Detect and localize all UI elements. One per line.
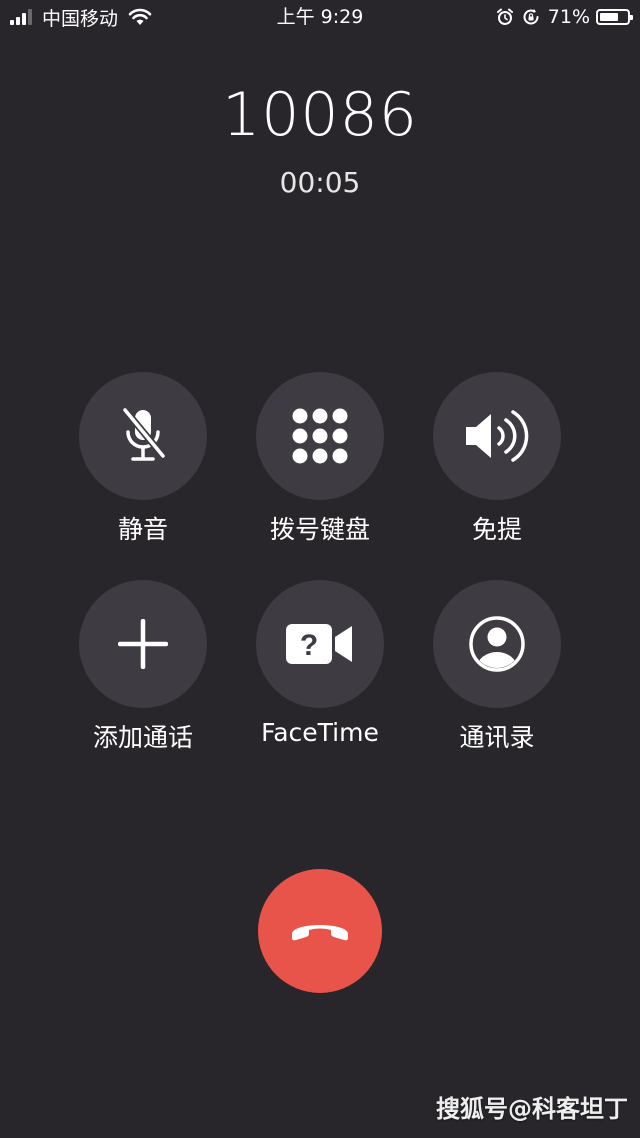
keypad-icon: [292, 408, 348, 464]
status-bar-right: 71%: [496, 5, 633, 29]
contacts-circle[interactable]: [433, 580, 561, 708]
svg-text:?: ?: [300, 629, 318, 662]
mic-off-icon: [121, 406, 167, 461]
add-call-circle[interactable]: [79, 580, 207, 708]
keypad-circle[interactable]: [256, 372, 384, 500]
speaker-circle[interactable]: [433, 372, 561, 500]
speaker-button[interactable]: 免提: [407, 372, 587, 546]
mute-circle[interactable]: [79, 372, 207, 500]
alarm-icon: [496, 8, 514, 26]
call-screen: 中国移动 上午 9:29 71% 10086 00:05 静音 拨号键盘 免提 …: [0, 0, 640, 1138]
keypad-button[interactable]: 拨号键盘: [230, 372, 410, 546]
mute-label: 静音: [117, 515, 168, 544]
speaker-icon: [466, 410, 529, 462]
facetime-unavailable-icon: ?: [286, 624, 352, 664]
add-call-label: 添加通话: [92, 723, 193, 752]
contacts-button[interactable]: 通讯录: [407, 580, 587, 754]
facetime-button[interactable]: ? FaceTime: [230, 580, 410, 747]
add-call-button[interactable]: 添加通话: [53, 580, 233, 754]
end-call-button[interactable]: [258, 869, 382, 993]
plus-icon: [118, 619, 168, 669]
status-bar: 中国移动 上午 9:29 71%: [0, 0, 640, 34]
facetime-circle[interactable]: ?: [256, 580, 384, 708]
contacts-icon: [469, 616, 525, 672]
contacts-label: 通讯录: [459, 723, 535, 752]
end-call-icon: [292, 925, 348, 941]
watermark: 搜狐号@科客坦丁: [436, 1095, 628, 1123]
speaker-label: 免提: [471, 515, 522, 544]
call-duration: 00:05: [279, 166, 361, 199]
battery-fill: [600, 13, 618, 21]
orientation-lock-icon: [522, 8, 540, 26]
battery-percent: 71%: [547, 6, 590, 28]
facetime-label: FaceTime: [261, 718, 379, 747]
keypad-label: 拨号键盘: [269, 515, 370, 544]
mute-button[interactable]: 静音: [53, 372, 233, 546]
caller-number: 10086: [222, 80, 418, 150]
battery-icon: [596, 9, 633, 25]
